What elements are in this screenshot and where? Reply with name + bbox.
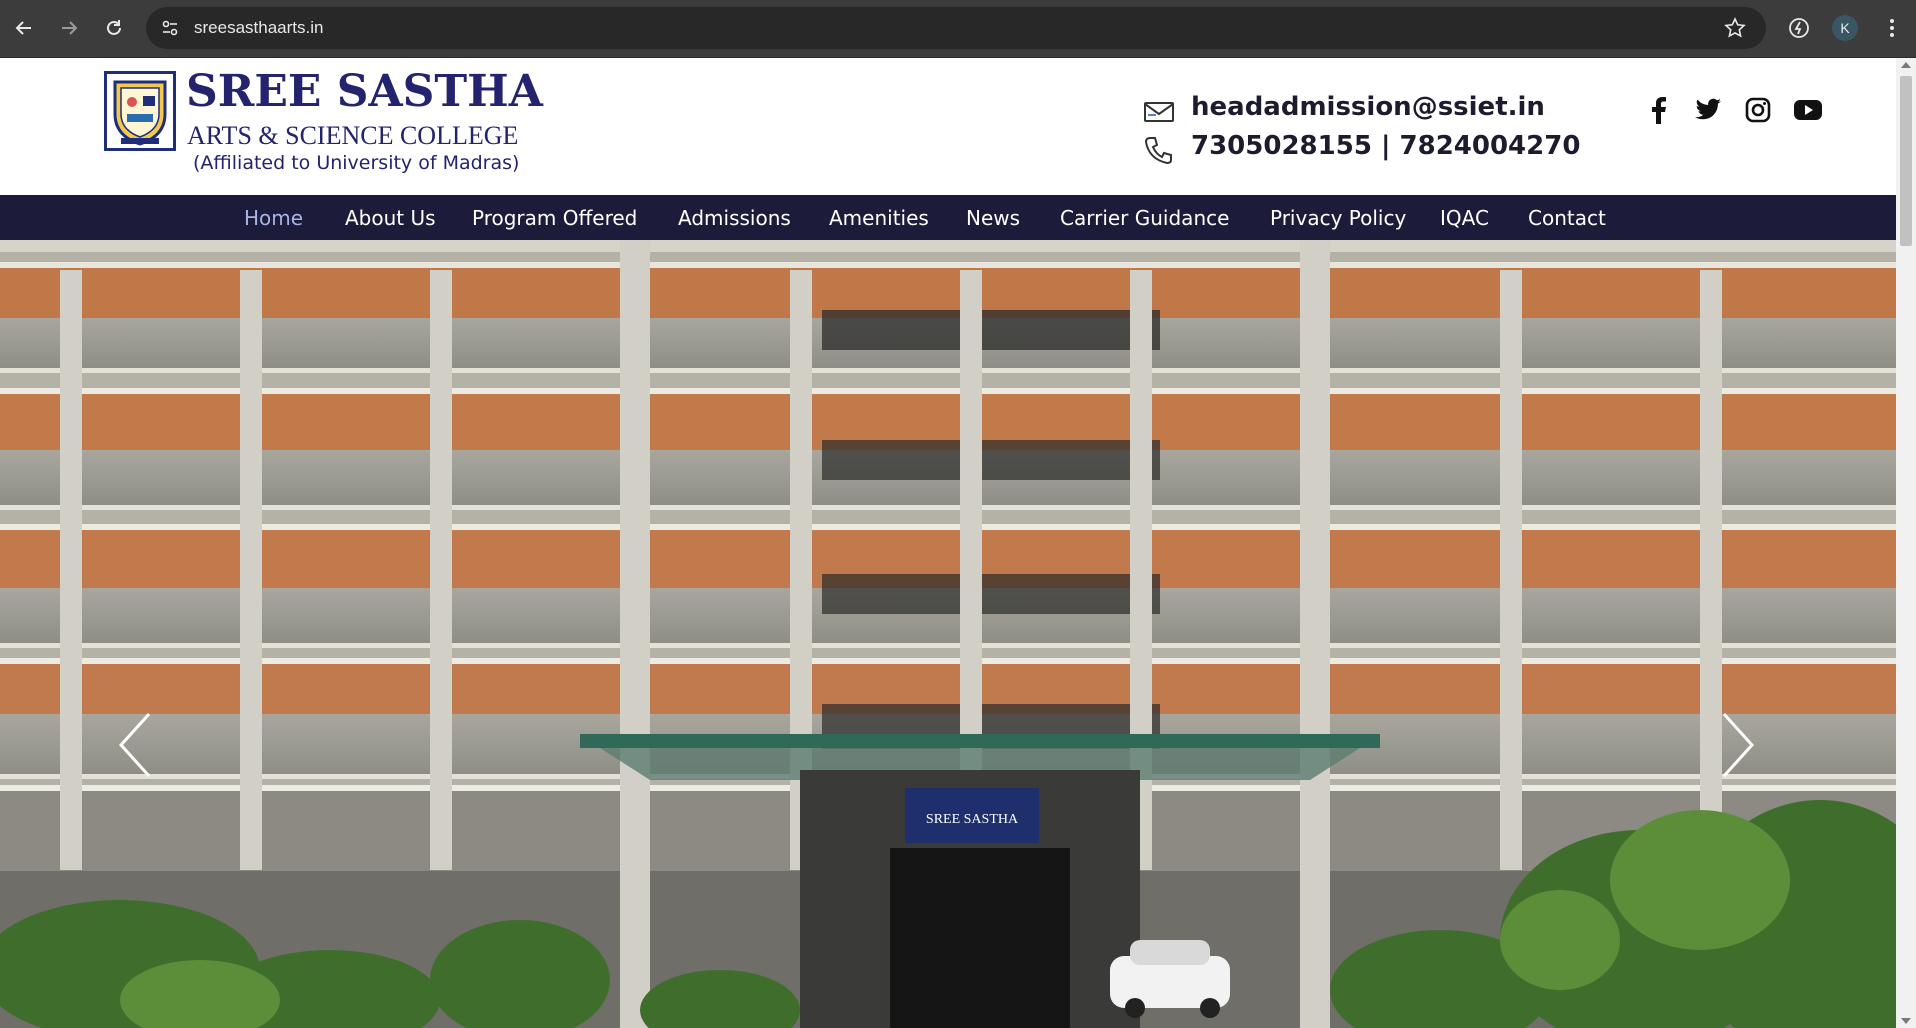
back-icon[interactable] (10, 14, 38, 42)
web-page: SREE SASTHA ARTS & SCIENCE COLLEGE (Affi… (0, 58, 1896, 1028)
brand-affiliation: (Affiliated to University of Madras) (193, 152, 520, 174)
brand-subtitle: ARTS & SCIENCE COLLEGE (187, 121, 519, 150)
menu-dots-icon[interactable] (1880, 16, 1904, 40)
nav-amenities[interactable]: Amenities (829, 206, 929, 230)
hero-slider: SREE SASTHA (0, 240, 1896, 1028)
college-crest-logo[interactable] (104, 71, 176, 151)
main-navigation: Home About Us Program Offered Admissions… (0, 195, 1896, 240)
nav-contact[interactable]: Contact (1528, 206, 1606, 230)
extension-icon[interactable] (1787, 16, 1811, 40)
nav-news[interactable]: News (966, 206, 1020, 230)
contact-phone[interactable]: 7305028155 | 7824004270 (1191, 131, 1580, 161)
hero-sign-text: SREE SASTHA (926, 812, 1019, 827)
browser-toolbar: sreesasthaarts.in K (0, 0, 1916, 58)
facebook-icon[interactable] (1643, 95, 1673, 125)
nav-iqac[interactable]: IQAC (1440, 206, 1489, 230)
youtube-icon[interactable] (1793, 95, 1823, 125)
nav-about-us[interactable]: About Us (345, 206, 436, 230)
previous-slide-icon[interactable] (115, 710, 155, 780)
page-scrollbar[interactable] (1896, 58, 1916, 1028)
nav-home[interactable]: Home (244, 206, 303, 230)
reload-icon[interactable] (100, 14, 128, 42)
url-text: sreesasthaarts.in (194, 18, 324, 37)
scroll-up-arrow-icon[interactable] (1901, 62, 1911, 68)
contact-email[interactable]: headadmission@ssiet.in (1191, 92, 1545, 122)
brand-title[interactable]: SREE SASTHA (186, 66, 543, 117)
scroll-down-arrow-icon[interactable] (1901, 1018, 1911, 1024)
phone-icon (1143, 134, 1175, 166)
hero-building-image: SREE SASTHA (0, 240, 1896, 1028)
address-bar[interactable]: sreesasthaarts.in (146, 7, 1766, 49)
twitter-icon[interactable] (1693, 95, 1723, 125)
nav-privacy-policy[interactable]: Privacy Policy (1270, 206, 1406, 230)
forward-icon[interactable] (55, 14, 83, 42)
profile-avatar[interactable]: K (1832, 15, 1858, 41)
scroll-thumb[interactable] (1900, 76, 1912, 246)
nav-admissions[interactable]: Admissions (678, 206, 791, 230)
next-slide-icon[interactable] (1718, 710, 1758, 780)
instagram-icon[interactable] (1743, 95, 1773, 125)
nav-program-offered[interactable]: Program Offered (472, 206, 637, 230)
mail-icon (1143, 96, 1175, 128)
site-info-icon[interactable] (160, 18, 180, 38)
nav-carrier-guidance[interactable]: Carrier Guidance (1060, 206, 1229, 230)
bookmark-star-icon[interactable] (1724, 17, 1746, 39)
